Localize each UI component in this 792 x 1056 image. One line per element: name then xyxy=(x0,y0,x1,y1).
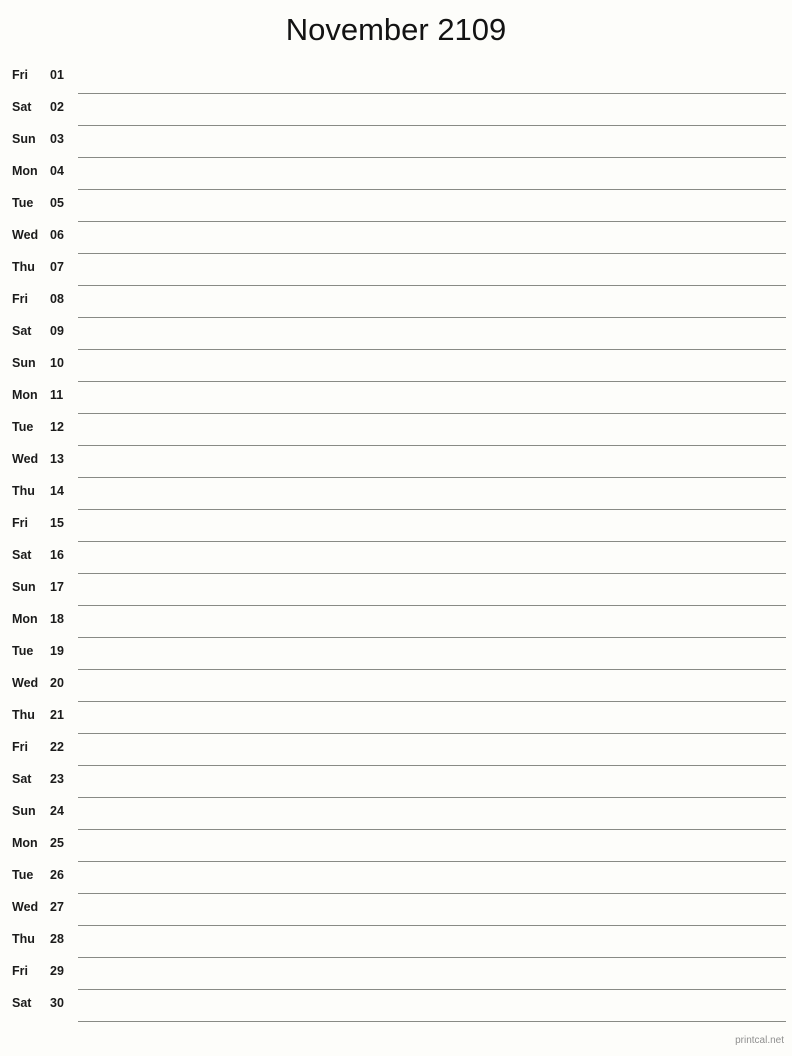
day-row[interactable]: Thu 14 xyxy=(0,478,792,510)
day-row[interactable]: Tue 26 xyxy=(0,862,792,894)
day-row[interactable]: Sun 24 xyxy=(0,798,792,830)
day-of-week-label: Sun xyxy=(12,356,36,370)
day-number-label: 26 xyxy=(50,868,64,882)
day-row[interactable]: Wed 06 xyxy=(0,222,792,254)
day-row[interactable]: Sun 17 xyxy=(0,574,792,606)
day-row[interactable]: Fri 29 xyxy=(0,958,792,990)
day-number-label: 22 xyxy=(50,740,64,754)
day-number-label: 24 xyxy=(50,804,64,818)
day-number-label: 12 xyxy=(50,420,64,434)
day-number-label: 14 xyxy=(50,484,64,498)
day-number-label: 19 xyxy=(50,644,64,658)
day-number-label: 01 xyxy=(50,68,64,82)
day-row[interactable]: Sat 02 xyxy=(0,94,792,126)
day-row[interactable]: Fri 15 xyxy=(0,510,792,542)
page-title: November 2109 xyxy=(285,12,507,47)
day-of-week-label: Sun xyxy=(12,580,36,594)
day-number-label: 03 xyxy=(50,132,64,146)
day-row[interactable]: Wed 27 xyxy=(0,894,792,926)
day-of-week-label: Thu xyxy=(12,708,35,722)
day-row[interactable]: Mon 11 xyxy=(0,382,792,414)
day-row[interactable]: Thu 21 xyxy=(0,702,792,734)
day-of-week-label: Thu xyxy=(12,260,35,274)
day-number-label: 08 xyxy=(50,292,64,306)
day-row[interactable]: Mon 04 xyxy=(0,158,792,190)
day-number-label: 17 xyxy=(50,580,64,594)
day-number-label: 20 xyxy=(50,676,64,690)
day-of-week-label: Mon xyxy=(12,612,38,626)
day-of-week-label: Tue xyxy=(12,196,34,210)
day-row[interactable]: Wed 13 xyxy=(0,446,792,478)
day-number-label: 21 xyxy=(50,708,64,722)
day-rows-list: Fri 01 Sat 02 Sun 03 Mon 04 Tue 05 Wed 06 Thu 07 Fri 08… xyxy=(0,62,792,1022)
day-row[interactable]: Fri 22 xyxy=(0,734,792,766)
day-of-week-label: Mon xyxy=(12,388,38,402)
day-row[interactable]: Sat 16 xyxy=(0,542,792,574)
day-number-label: 13 xyxy=(50,452,64,466)
day-number-label: 15 xyxy=(50,516,64,530)
day-row[interactable]: Tue 12 xyxy=(0,414,792,446)
day-number-label: 05 xyxy=(50,196,64,210)
day-of-week-label: Wed xyxy=(12,452,39,466)
day-of-week-label: Fri xyxy=(12,292,28,306)
day-of-week-label: Fri xyxy=(12,964,28,978)
day-of-week-label: Mon xyxy=(12,836,38,850)
day-number-label: 27 xyxy=(50,900,64,914)
day-row[interactable]: Fri 08 xyxy=(0,286,792,318)
day-row[interactable]: Wed 20 xyxy=(0,670,792,702)
day-row[interactable]: Sun 10 xyxy=(0,350,792,382)
day-row[interactable]: Sun 03 xyxy=(0,126,792,158)
day-row[interactable]: Mon 25 xyxy=(0,830,792,862)
day-of-week-label: Sun xyxy=(12,804,36,818)
day-number-label: 29 xyxy=(50,964,64,978)
day-of-week-label: Thu xyxy=(12,484,35,498)
day-of-week-label: Sat xyxy=(12,324,32,338)
day-of-week-label: Thu xyxy=(12,932,35,946)
day-of-week-label: Sat xyxy=(12,772,32,786)
day-row[interactable]: Sat 23 xyxy=(0,766,792,798)
day-of-week-label: Wed xyxy=(12,900,39,914)
day-of-week-label: Tue xyxy=(12,644,34,658)
day-number-label: 10 xyxy=(50,356,64,370)
day-of-week-label: Sun xyxy=(12,132,36,146)
calendar-page: November 2109 Fri 01 Sat 02 Sun 03 Mon 04 Tue 05 W… xyxy=(0,0,792,1056)
note-writing-line[interactable] xyxy=(78,1021,786,1022)
day-of-week-label: Fri xyxy=(12,68,28,82)
day-row[interactable]: Sat 09 xyxy=(0,318,792,350)
day-of-week-label: Tue xyxy=(12,868,34,882)
day-number-label: 02 xyxy=(50,100,64,114)
day-of-week-label: Wed xyxy=(12,676,39,690)
day-row[interactable]: Tue 05 xyxy=(0,190,792,222)
day-of-week-label: Tue xyxy=(12,420,34,434)
day-of-week-label: Fri xyxy=(12,740,28,754)
day-number-label: 23 xyxy=(50,772,64,786)
day-number-label: 16 xyxy=(50,548,64,562)
day-number-label: 07 xyxy=(50,260,64,274)
day-number-label: 06 xyxy=(50,228,64,242)
day-number-label: 18 xyxy=(50,612,64,626)
day-of-week-label: Mon xyxy=(12,164,38,178)
day-number-label: 28 xyxy=(50,932,64,946)
day-of-week-label: Fri xyxy=(12,516,28,530)
day-of-week-label: Wed xyxy=(12,228,39,242)
footer-credit: printcal.net xyxy=(735,1035,784,1046)
day-row[interactable]: Thu 07 xyxy=(0,254,792,286)
day-row[interactable]: Tue 19 xyxy=(0,638,792,670)
day-row[interactable]: Thu 28 xyxy=(0,926,792,958)
day-number-label: 11 xyxy=(50,388,64,402)
day-number-label: 30 xyxy=(50,996,64,1010)
day-row[interactable]: Fri 01 xyxy=(0,62,792,94)
day-row[interactable]: Sat 30 xyxy=(0,990,792,1022)
day-number-label: 25 xyxy=(50,836,64,850)
day-row[interactable]: Mon 18 xyxy=(0,606,792,638)
day-of-week-label: Sat xyxy=(12,548,32,562)
day-of-week-label: Sat xyxy=(12,100,32,114)
day-number-label: 04 xyxy=(50,164,64,178)
day-number-label: 09 xyxy=(50,324,64,338)
day-of-week-label: Sat xyxy=(12,996,32,1010)
